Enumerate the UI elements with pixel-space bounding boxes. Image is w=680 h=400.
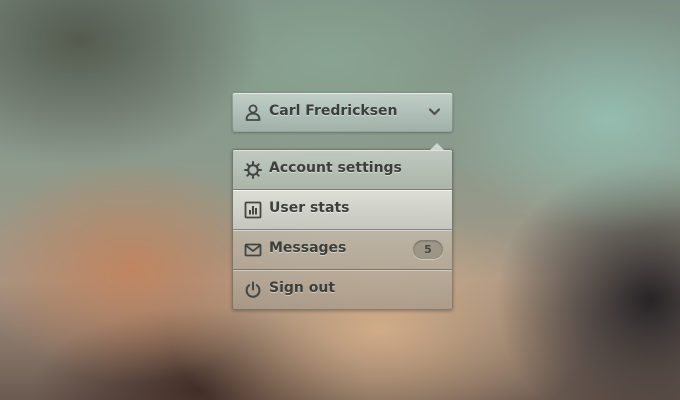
user-icon (245, 104, 261, 121)
menu-item-messages[interactable]: Messages 5 (233, 230, 452, 270)
chevron-down-icon[interactable] (429, 108, 440, 116)
envelope-icon (244, 243, 262, 257)
menu-item-account-settings[interactable]: Account settings (233, 150, 452, 190)
menu-caret (430, 143, 444, 150)
menu-item-sign-out[interactable]: Sign out (233, 270, 452, 309)
power-icon (245, 281, 261, 298)
bar-chart-icon (244, 201, 262, 219)
user-name: Carl Fredricksen (269, 103, 398, 119)
menu-item-label: User stats (269, 200, 350, 216)
menu-item-label: Messages (269, 240, 347, 256)
menu-item-label: Sign out (269, 280, 336, 296)
menu-item-user-stats[interactable]: User stats (233, 190, 452, 230)
message-count-badge: 5 (413, 240, 443, 259)
gear-icon (244, 161, 262, 179)
user-dropdown-trigger[interactable]: Carl Fredricksen (232, 92, 453, 132)
menu-item-label: Account settings (269, 160, 402, 176)
user-dropdown-menu: Account settings User stats Messages 5 S… (232, 143, 453, 310)
